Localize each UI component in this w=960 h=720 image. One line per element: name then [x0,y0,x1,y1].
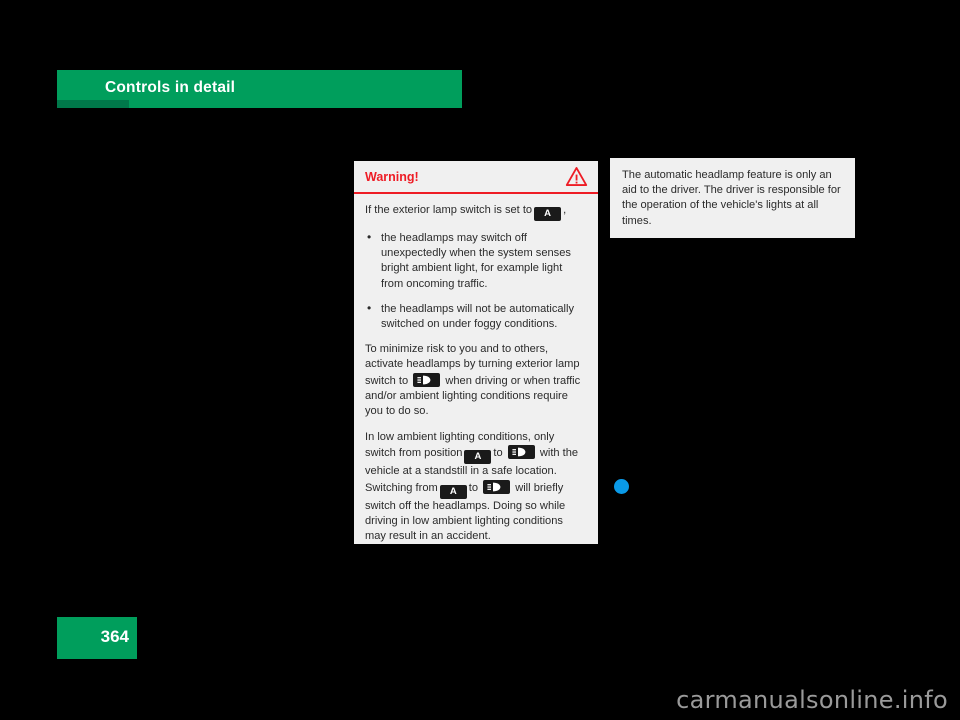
blue-dot-marker [614,479,629,494]
list-item: the headlamps will not be automatically … [365,301,586,332]
warning-box: Warning! If the exterior lamp switch is … [354,161,598,544]
warning-title: Warning! [365,170,419,184]
warning-p3-text-b: to [493,447,503,460]
page-title: Controls in detail [105,79,236,96]
manual-page: Controls in detail Warning! If the exter… [0,0,960,720]
warning-paragraph-3: In low ambient lighting conditions, only… [365,430,586,544]
page-number-block: 364 [57,617,137,659]
warning-intro-paragraph: If the exterior lamp switch is set to A, [365,203,586,221]
headlamp-switch-icon [413,372,441,387]
watermark: carmanualsonline.info [676,686,948,714]
warning-triangle-icon [565,166,588,187]
switch-position-a-icon: A [439,484,467,499]
warning-intro-text-after: , [563,204,567,216]
info-box: The automatic headlamp feature is only a… [610,158,855,238]
headlamp-switch-icon [507,445,535,460]
chapter-header-notch [57,100,129,108]
page-number: 364 [100,627,129,646]
warning-body: If the exterior lamp switch is set to A, … [354,194,598,544]
switch-position-a-icon: A [464,450,492,465]
warning-intro-text-before: If the exterior lamp switch is set to [365,204,533,216]
info-box-text: The automatic headlamp feature is only a… [622,169,841,227]
headlamp-switch-icon [483,479,511,494]
switch-position-a-icon: A [534,207,562,221]
list-item: the headlamps may switch off unexpectedl… [365,230,586,292]
warning-paragraph-2: To minimize risk to you and to others, a… [365,342,586,419]
warning-p3-text-d: to [468,481,479,494]
warning-header: Warning! [354,161,598,194]
warning-bullet-list: the headlamps may switch off unexpectedl… [365,230,586,332]
